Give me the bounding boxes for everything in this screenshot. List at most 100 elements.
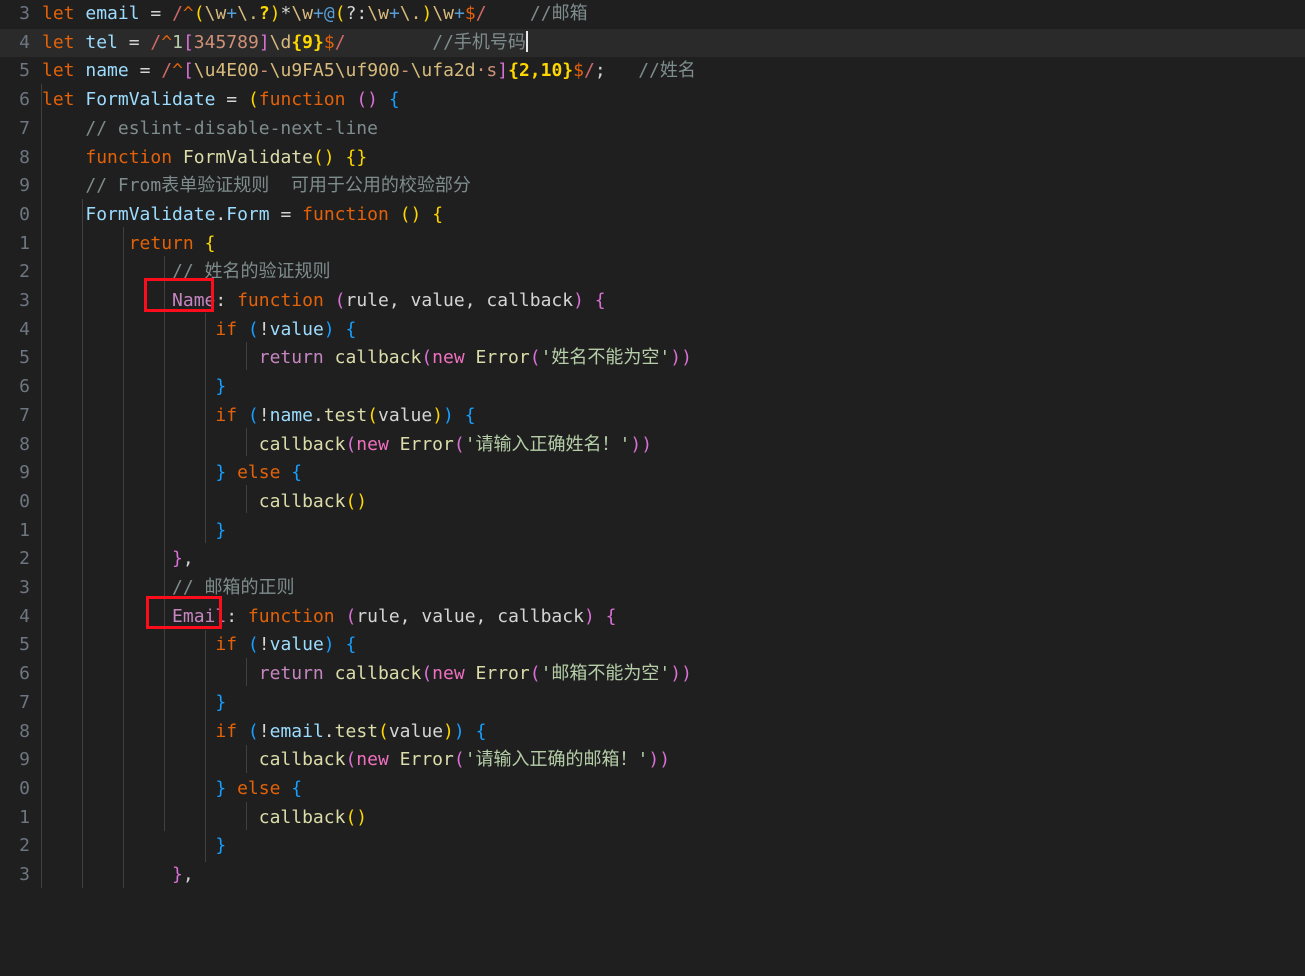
line-number: 0	[19, 490, 30, 512]
line-number: 6	[19, 89, 30, 111]
code-line[interactable]: 9 } else {	[0, 459, 1305, 488]
line-number: 1	[19, 519, 30, 541]
object-key-email[interactable]: Email	[172, 606, 226, 627]
string-email-invalid: '请输入正确的邮箱！'	[464, 749, 649, 771]
object-key-name[interactable]: Name	[172, 290, 215, 311]
code-line[interactable]: 1 }	[0, 517, 1305, 546]
line-number: 8	[19, 720, 30, 742]
code-line[interactable]: 3 },	[0, 861, 1305, 890]
line-content: return callback(new Error('姓名不能为空'))	[258, 347, 692, 369]
line-number: 4	[19, 605, 30, 627]
line-content: if (!name.test(value)) {	[215, 404, 476, 426]
line-number: 5	[19, 347, 30, 369]
comment-email-rule: // 邮箱的正则	[172, 577, 295, 598]
line-number: 0	[19, 777, 30, 799]
line-number: 2	[19, 835, 30, 857]
comment-form-rules: // From表单验证规则 可用于公用的校验部分	[85, 175, 471, 197]
string-email-empty: '邮箱不能为空'	[540, 663, 671, 685]
line-content: } else {	[215, 462, 303, 484]
code-line[interactable]: 1 callback()	[0, 804, 1305, 833]
code-line[interactable]: 6 return callback(new Error('邮箱不能为空'))	[0, 660, 1305, 689]
line-number: 9	[19, 749, 30, 771]
line-number: 3	[19, 3, 30, 24]
code-line[interactable]: 7 }	[0, 689, 1305, 718]
line-number: 5	[19, 60, 30, 82]
code-line[interactable]: 2 },	[0, 545, 1305, 574]
line-number: 6	[19, 663, 30, 685]
line-content: let tel = /^1[345789]\d{9}$/ //手机号码	[42, 30, 528, 53]
line-content: let name = /^[\u4E00-\u9FA5\uf900-\ufa2d…	[42, 60, 696, 82]
comment-eslint: // eslint-disable-next-line	[85, 117, 378, 139]
code-line[interactable]: 0 callback()	[0, 488, 1305, 517]
code-line[interactable]: 5 if (!value) {	[0, 631, 1305, 660]
line-number: 7	[19, 404, 30, 426]
code-line[interactable]: 0 FormValidate.Form = function () {	[0, 201, 1305, 230]
code-line[interactable]: 5 let name = /^[\u4E00-\u9FA5\uf900-\ufa…	[0, 57, 1305, 86]
code-line-active[interactable]: 4 let tel = /^1[345789]\d{9}$/ //手机号码	[0, 28, 1305, 58]
line-content: },	[172, 864, 194, 885]
line-content: let FormValidate = (function () {	[42, 89, 400, 111]
line-number: 6	[19, 376, 30, 398]
line-number: 9	[19, 462, 30, 484]
code-line[interactable]: 0 } else {	[0, 775, 1305, 804]
line-content: }	[215, 835, 227, 857]
code-line[interactable]: 8 callback(new Error('请输入正确姓名！'))	[0, 431, 1305, 460]
code-line[interactable]: 4 Email: function (rule, value, callback…	[0, 603, 1305, 632]
line-number: 2	[19, 548, 30, 570]
line-number: 4	[19, 31, 30, 53]
code-line[interactable]: 6 let FormValidate = (function () {	[0, 86, 1305, 115]
line-content: // 姓名的验证规则	[42, 258, 331, 287]
code-line[interactable]: 5 return callback(new Error('姓名不能为空'))	[0, 344, 1305, 373]
line-content: let email = /^(\w+\.?)*\w+@(?:\w+\.)\w+$…	[42, 3, 588, 24]
line-number: 4	[19, 318, 30, 340]
line-content: Email: function (rule, value, callback) …	[172, 605, 617, 627]
line-content: }	[215, 691, 227, 713]
code-editor[interactable]: 3 let email = /^(\w+\.?)*\w+@(?:\w+\.)\w…	[0, 0, 1305, 888]
line-content: callback()	[258, 806, 368, 828]
line-number: 1	[19, 232, 30, 254]
code-line[interactable]: 2 }	[0, 832, 1305, 861]
line-content: },	[172, 548, 194, 570]
code-line[interactable]: 8 function FormValidate() {}	[0, 144, 1305, 173]
line-content: }	[215, 519, 227, 541]
line-content: function FormValidate() {}	[85, 146, 368, 168]
code-line[interactable]: 7 // eslint-disable-next-line	[0, 115, 1305, 144]
code-line[interactable]: 9 // From表单验证规则 可用于公用的校验部分	[0, 172, 1305, 201]
code-line[interactable]: 3 let email = /^(\w+\.?)*\w+@(?:\w+\.)\w…	[0, 0, 1305, 29]
line-number: 8	[19, 433, 30, 455]
line-content: if (!value) {	[215, 634, 357, 656]
code-line[interactable]: 6 }	[0, 373, 1305, 402]
code-line[interactable]: 1 return {	[0, 230, 1305, 259]
line-number: 3	[19, 577, 30, 598]
line-number: 3	[19, 864, 30, 885]
text-caret	[525, 30, 528, 52]
code-line[interactable]: 3 Name: function (rule, value, callback)…	[0, 287, 1305, 316]
code-line[interactable]: 4 if (!value) {	[0, 316, 1305, 345]
line-content: FormValidate.Form = function () {	[85, 203, 444, 225]
line-content: return {	[128, 232, 216, 254]
line-content: callback()	[258, 490, 368, 512]
line-content: } else {	[215, 777, 303, 799]
code-line[interactable]: 2 // 姓名的验证规则	[0, 258, 1305, 287]
line-content: // eslint-disable-next-line	[42, 115, 378, 144]
code-line[interactable]: 3 // 邮箱的正则	[0, 574, 1305, 603]
line-number: 0	[19, 203, 30, 225]
line-content: // From表单验证规则 可用于公用的校验部分	[42, 172, 471, 201]
line-content: callback(new Error('请输入正确的邮箱！'))	[258, 749, 671, 771]
line-content: if (!email.test(value)) {	[215, 720, 487, 742]
string-name-invalid: '请输入正确姓名！'	[464, 433, 631, 455]
code-line[interactable]: 9 callback(new Error('请输入正确的邮箱！'))	[0, 746, 1305, 775]
line-number: 9	[19, 175, 30, 197]
line-number: 7	[19, 117, 30, 139]
code-line[interactable]: 8 if (!email.test(value)) {	[0, 718, 1305, 747]
line-number: 5	[19, 634, 30, 656]
line-number: 8	[19, 146, 30, 168]
line-content: callback(new Error('请输入正确姓名！'))	[258, 433, 653, 455]
line-content: return callback(new Error('邮箱不能为空'))	[258, 663, 692, 685]
line-number: 3	[19, 290, 30, 311]
line-number: 7	[19, 691, 30, 713]
line-content: Name: function (rule, value, callback) {	[172, 290, 606, 311]
comment-name-rule: // 姓名的验证规则	[172, 261, 331, 283]
line-number: 1	[19, 806, 30, 828]
code-line[interactable]: 7 if (!name.test(value)) {	[0, 402, 1305, 431]
